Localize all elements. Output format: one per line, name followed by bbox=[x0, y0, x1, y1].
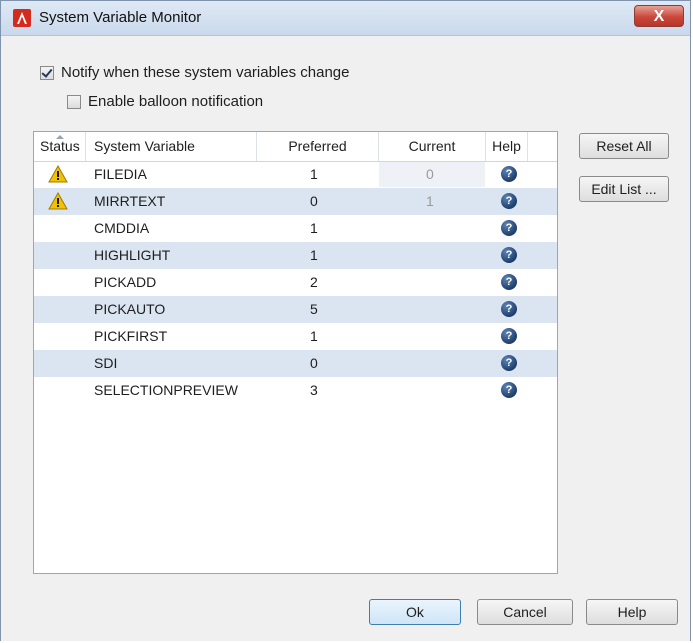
column-header-preferred[interactable]: Preferred bbox=[257, 132, 379, 161]
preferred-value[interactable]: 1 bbox=[310, 242, 318, 269]
system-variable-name: PICKFIRST bbox=[94, 328, 168, 344]
preferred-value[interactable]: 1 bbox=[310, 215, 318, 242]
help-icon[interactable]: ? bbox=[501, 382, 517, 398]
system-variable-name: PICKAUTO bbox=[94, 301, 166, 317]
edit-list-button[interactable]: Edit List ... bbox=[579, 176, 669, 202]
system-variable-name: HIGHLIGHT bbox=[94, 247, 171, 263]
ok-button[interactable]: Ok bbox=[369, 599, 461, 625]
system-variable-name: CMDDIA bbox=[94, 220, 150, 236]
help-icon[interactable]: ? bbox=[501, 166, 517, 182]
system-variable-table[interactable]: Status System Variable Preferred Current… bbox=[33, 131, 558, 574]
notify-label: Notify when these system variables chang… bbox=[61, 64, 350, 81]
column-header-status[interactable]: Status bbox=[34, 132, 86, 161]
preferred-value[interactable]: 1 bbox=[310, 161, 318, 188]
column-header-help[interactable]: Help bbox=[486, 132, 528, 161]
system-variable-name: SELECTIONPREVIEW bbox=[94, 382, 238, 398]
autocad-app-icon bbox=[13, 9, 31, 27]
table-row[interactable]: SELECTIONPREVIEW 3? bbox=[34, 377, 557, 404]
table-row[interactable]: PICKFIRST 1? bbox=[34, 323, 557, 350]
table-row[interactable]: HIGHLIGHT 1? bbox=[34, 242, 557, 269]
help-icon[interactable]: ? bbox=[501, 220, 517, 236]
table-row[interactable]: MIRRTEXT 0 1? bbox=[34, 188, 557, 215]
help-icon[interactable]: ? bbox=[501, 193, 517, 209]
system-variable-name: PICKADD bbox=[94, 274, 157, 290]
column-header-current[interactable]: Current bbox=[379, 132, 486, 161]
table-row[interactable]: PICKADD 2? bbox=[34, 269, 557, 296]
preferred-value[interactable]: 1 bbox=[310, 323, 318, 350]
dialog-body: Notify when these system variables chang… bbox=[1, 36, 690, 641]
table-header: Status System Variable Preferred Current… bbox=[34, 132, 557, 162]
preferred-value[interactable]: 0 bbox=[310, 188, 318, 215]
cancel-button[interactable]: Cancel bbox=[477, 599, 573, 625]
table-row[interactable]: PICKAUTO 5? bbox=[34, 296, 557, 323]
system-variable-name: MIRRTEXT bbox=[94, 193, 166, 209]
help-icon[interactable]: ? bbox=[501, 274, 517, 290]
reset-all-button[interactable]: Reset All bbox=[579, 133, 669, 159]
current-value: 1 bbox=[426, 193, 434, 209]
table-row[interactable]: SDI 0? bbox=[34, 350, 557, 377]
help-button[interactable]: Help bbox=[586, 599, 678, 625]
preferred-value[interactable]: 0 bbox=[310, 350, 318, 377]
help-icon[interactable]: ? bbox=[501, 355, 517, 371]
system-variable-name: SDI bbox=[94, 355, 118, 371]
column-header-system-variable[interactable]: System Variable bbox=[86, 132, 257, 161]
preferred-value[interactable]: 3 bbox=[310, 377, 318, 404]
table-row[interactable]: CMDDIA 1? bbox=[34, 215, 557, 242]
notify-option[interactable]: Notify when these system variables chang… bbox=[40, 64, 349, 81]
help-icon[interactable]: ? bbox=[501, 301, 517, 317]
warning-icon bbox=[48, 165, 68, 183]
close-button[interactable]: X bbox=[634, 5, 684, 27]
title-bar: System Variable Monitor X bbox=[1, 1, 690, 36]
help-icon[interactable]: ? bbox=[501, 328, 517, 344]
system-variable-monitor-dialog: System Variable Monitor X Notify when th… bbox=[0, 0, 691, 641]
system-variable-name: FILEDIA bbox=[94, 166, 147, 182]
table-row[interactable]: FILEDIA 1 0? bbox=[34, 161, 557, 188]
balloon-label: Enable balloon notification bbox=[88, 93, 264, 110]
balloon-option[interactable]: Enable balloon notification bbox=[67, 93, 263, 110]
help-icon[interactable]: ? bbox=[501, 247, 517, 263]
balloon-checkbox[interactable] bbox=[67, 94, 81, 109]
notify-checkbox[interactable] bbox=[40, 65, 54, 80]
sort-indicator-icon bbox=[56, 135, 64, 139]
window-title: System Variable Monitor bbox=[39, 9, 202, 26]
preferred-value[interactable]: 2 bbox=[310, 269, 318, 296]
current-value: 0 bbox=[426, 166, 434, 182]
warning-icon bbox=[48, 192, 68, 210]
preferred-value[interactable]: 5 bbox=[310, 296, 318, 323]
